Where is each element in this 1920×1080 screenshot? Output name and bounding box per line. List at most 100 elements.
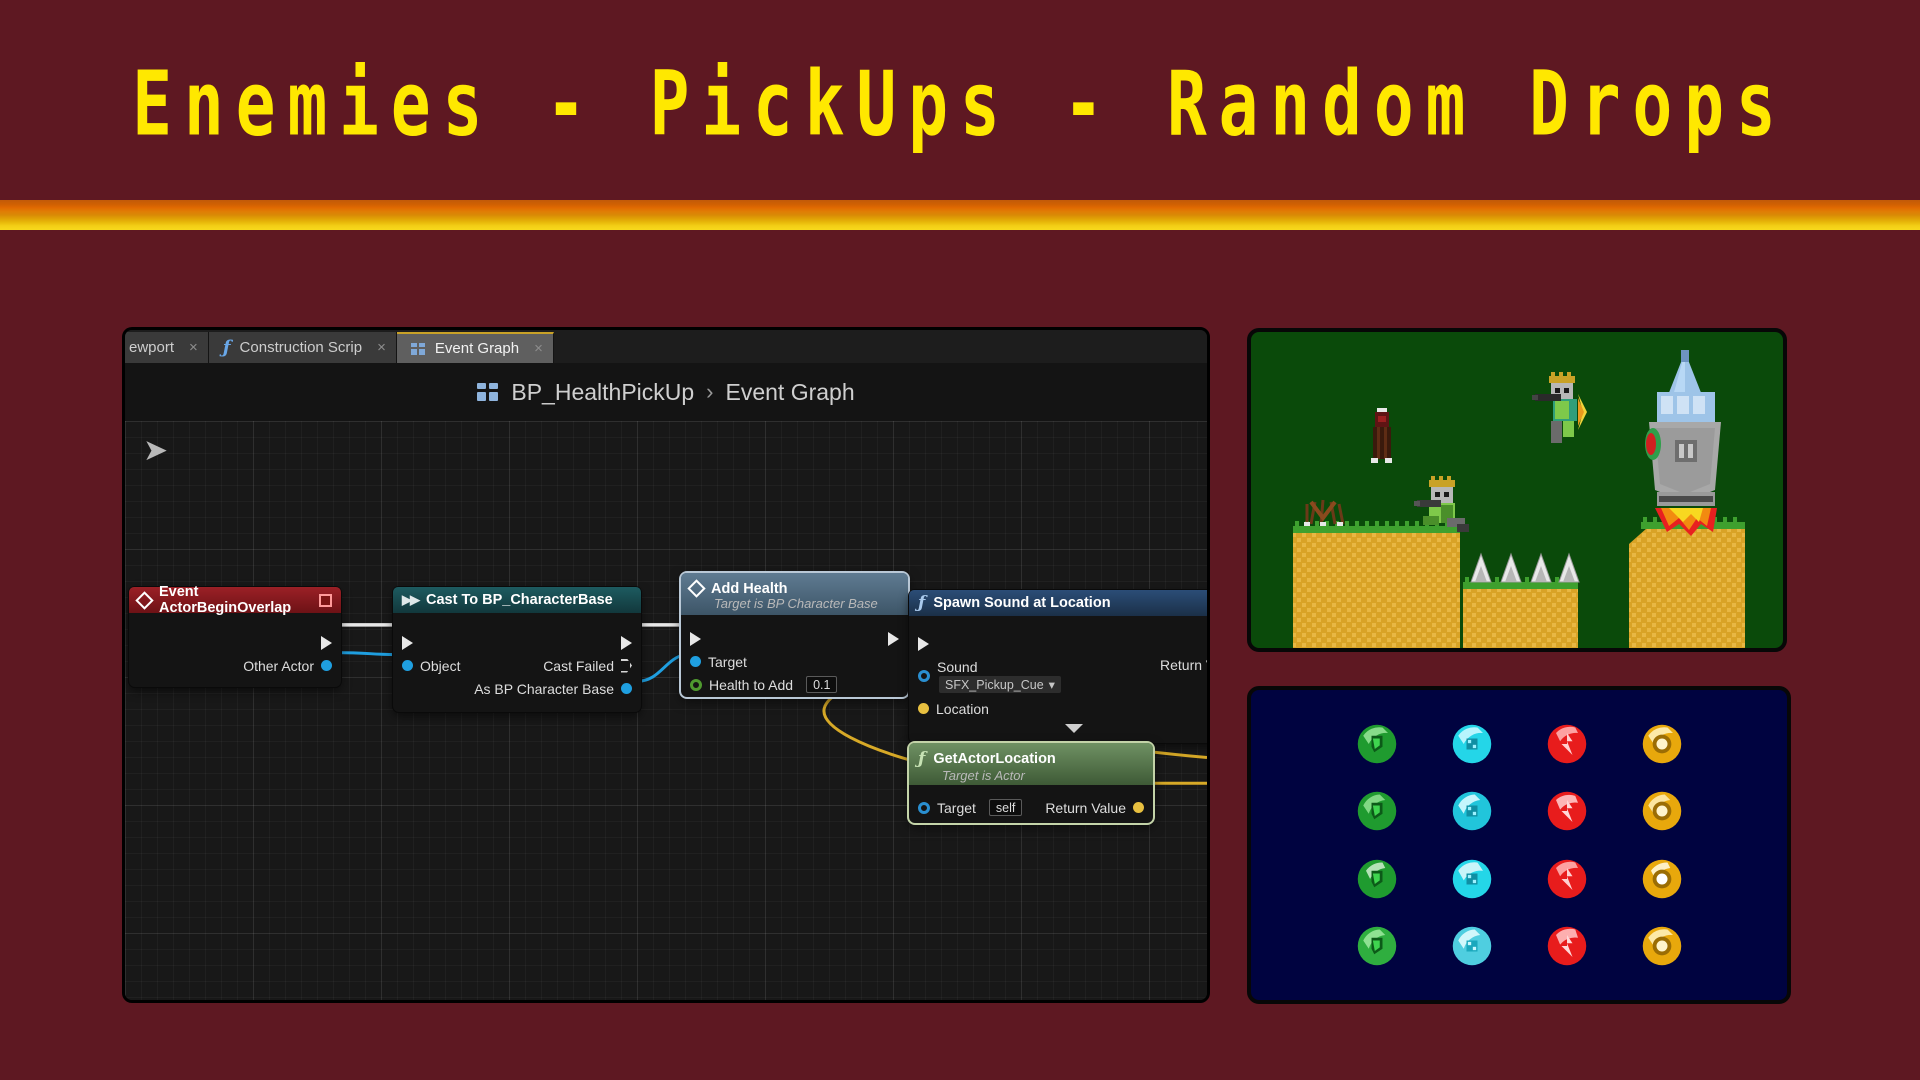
node-title: Spawn Sound at Location — [933, 595, 1111, 611]
health-to-add-pin[interactable] — [690, 678, 702, 691]
pin-row: Location — [909, 697, 1207, 720]
node-title: GetActorLocation — [933, 750, 1056, 767]
coin-orb-gold — [1642, 927, 1681, 966]
orb-cell[interactable] — [1329, 913, 1424, 981]
node-body: Other Actor — [129, 613, 341, 687]
orb-grid — [1251, 690, 1787, 1000]
node-body: Target Health to Add 0.1 — [681, 615, 908, 697]
target-self-value[interactable]: self — [988, 799, 1023, 816]
mana-orb-cyan — [1452, 859, 1491, 898]
game-preview-panel[interactable] — [1247, 328, 1787, 652]
node-title: Add Health — [711, 580, 788, 597]
close-icon[interactable]: × — [189, 339, 198, 356]
platform-left — [1293, 521, 1460, 648]
mana-orb-cyan — [1452, 792, 1491, 831]
breadcrumb-blueprint[interactable]: BP_HealthPickUp — [511, 379, 694, 406]
node-cast-to-bp-characterbase[interactable]: ▶▶ Cast To BP_CharacterBase Object Cast … — [393, 587, 641, 712]
return-value-pin[interactable] — [1133, 802, 1144, 813]
orb-cell[interactable] — [1519, 913, 1614, 981]
health-orb-green — [1357, 724, 1396, 763]
tab-event-graph[interactable]: Event Graph × — [396, 332, 554, 363]
tab-viewport[interactable]: ewport × — [125, 332, 209, 363]
health-orb-green — [1357, 859, 1396, 898]
pin-label: Location — [936, 700, 989, 717]
exec-in-pin[interactable] — [918, 636, 929, 651]
blueprint-editor-window: ewport × ƒ Construction Scrip × Event Gr… — [122, 327, 1210, 1003]
cast-failed-exec-pin[interactable] — [621, 658, 632, 673]
orb-cell[interactable] — [1424, 845, 1519, 913]
orb-cell[interactable] — [1614, 778, 1709, 846]
exec-out-pin[interactable] — [888, 631, 899, 646]
as-bp-character-base-pin[interactable] — [621, 683, 632, 694]
node-title: Event ActorBeginOverlap — [159, 584, 292, 616]
orb-cell[interactable] — [1424, 710, 1519, 778]
orb-cell[interactable] — [1329, 845, 1424, 913]
node-get-actor-location[interactable]: ƒ GetActorLocation Target is Actor Targe… — [909, 743, 1153, 823]
orb-cell[interactable] — [1329, 710, 1424, 778]
orb-cell[interactable] — [1519, 778, 1614, 846]
chevron-down-icon: ▾ — [1048, 678, 1055, 692]
pickup-sprite-sheet-panel[interactable] — [1247, 686, 1791, 1004]
other-actor-pin[interactable] — [321, 660, 332, 671]
decorative-divider — [0, 200, 1920, 230]
function-icon: ƒ — [222, 337, 231, 358]
pin-label: As BP Character Base — [474, 680, 614, 697]
orb-cell[interactable] — [1519, 845, 1614, 913]
sound-asset-dropdown[interactable]: SFX_Pickup_Cue ▾ — [939, 676, 1061, 693]
orb-cell[interactable] — [1329, 778, 1424, 846]
exec-out-pin[interactable] — [621, 635, 632, 650]
event-graph-icon — [410, 342, 426, 355]
tab-construction-script[interactable]: ƒ Construction Scrip × — [208, 332, 397, 363]
sound-pin[interactable] — [918, 670, 930, 682]
function-f-icon: ƒ — [918, 593, 926, 613]
health-to-add-value-field[interactable]: 0.1 — [806, 676, 838, 693]
pin-row: As BP Character Base — [393, 677, 641, 700]
expand-node-icon[interactable] — [1065, 724, 1083, 733]
target-pin[interactable] — [918, 801, 930, 814]
orb-cell[interactable] — [1614, 710, 1709, 778]
function-f-icon: ƒ — [918, 748, 926, 769]
graph-arrow-icon[interactable]: ➤ — [143, 436, 171, 466]
exec-out-pin[interactable] — [321, 635, 332, 650]
node-title: Cast To BP_CharacterBase — [426, 592, 613, 608]
rocket-ship — [1645, 350, 1721, 536]
health-orb-green — [1357, 927, 1396, 966]
pin-row: Health to Add 0.1 — [681, 673, 908, 696]
pin-row: Object Cast Failed — [393, 654, 641, 677]
close-icon[interactable]: × — [534, 340, 543, 357]
coin-orb-gold — [1642, 792, 1681, 831]
event-delegate-box-icon[interactable] — [319, 593, 332, 607]
event-graph-canvas[interactable]: ➤ Event ActorBeginOverlap Other Actor ▶▶… — [125, 421, 1207, 1000]
coin-orb-gold — [1642, 859, 1681, 898]
tab-label: ewport — [129, 339, 175, 356]
node-subtitle: Target is BP Character Base — [714, 595, 878, 611]
node-event-actor-begin-overlap[interactable]: Event ActorBeginOverlap Other Actor — [129, 584, 341, 687]
event-diamond-icon — [135, 590, 154, 610]
page-title: Enemies - PickUps - Random Drops — [132, 52, 1788, 156]
node-body: Sound SFX_Pickup_Cue ▾ Return Va — [909, 616, 1207, 743]
node-header: ƒ GetActorLocation Target is Actor — [909, 743, 1153, 785]
node-add-health[interactable]: Add Health Target is BP Character Base T… — [681, 573, 908, 697]
breadcrumb-graph[interactable]: Event Graph — [726, 379, 855, 406]
tab-label: Construction Scrip — [239, 339, 363, 356]
orb-cell[interactable] — [1614, 913, 1709, 981]
node-body: Object Cast Failed As BP Character Base — [393, 613, 641, 712]
node-spawn-sound-at-location[interactable]: ƒ Spawn Sound at Location Sound SFX_Pick… — [909, 590, 1207, 743]
orb-cell[interactable] — [1424, 913, 1519, 981]
pin-row: Target self Return Value — [909, 796, 1153, 819]
orb-cell[interactable] — [1424, 778, 1519, 846]
target-pin[interactable] — [690, 656, 701, 667]
node-body: Target self Return Value — [909, 785, 1153, 823]
orb-cell[interactable] — [1614, 845, 1709, 913]
editor-tab-bar: ewport × ƒ Construction Scrip × Event Gr… — [125, 330, 1207, 363]
exec-in-pin[interactable] — [402, 635, 413, 650]
orb-cell[interactable] — [1519, 710, 1614, 778]
pin-label: Target — [937, 799, 976, 816]
location-pin[interactable] — [918, 703, 929, 714]
close-icon[interactable]: × — [377, 339, 386, 356]
object-in-pin[interactable] — [402, 660, 413, 671]
exec-in-pin[interactable] — [690, 631, 701, 646]
pin-label: Other Actor — [243, 657, 314, 674]
soldier-running — [1414, 476, 1469, 532]
event-graph-icon — [477, 383, 499, 401]
